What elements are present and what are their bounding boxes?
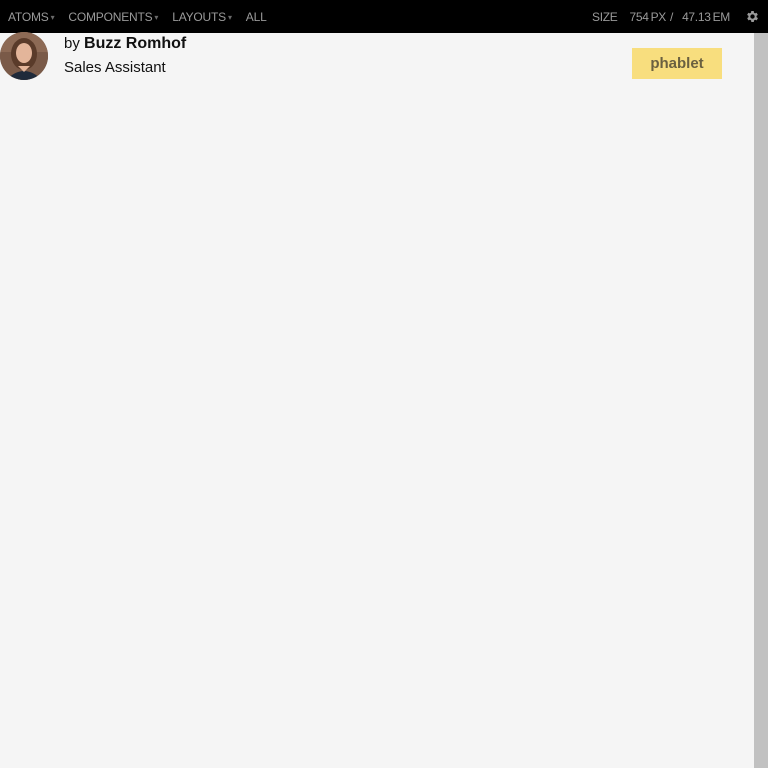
author-name: Buzz Romhof bbox=[84, 35, 187, 52]
avatar bbox=[0, 32, 48, 80]
size-px-input[interactable]: 754 bbox=[629, 10, 648, 24]
byline-prefix: by bbox=[64, 35, 80, 52]
author-block: by Buzz Romhof Sales Assistant bbox=[0, 32, 186, 80]
nav-item-all[interactable]: ALL bbox=[246, 10, 267, 24]
nav-item-label: COMPONENTS bbox=[68, 9, 153, 24]
nav-item-atoms[interactable]: ATOMS ▾ bbox=[8, 9, 55, 24]
size-px-group: 754 PX / 47.13 EM bbox=[629, 10, 730, 24]
nav-menu: ATOMS ▾ COMPONENTS ▾ LAYOUTS ▾ ALL bbox=[0, 0, 267, 33]
size-em-unit: EM bbox=[712, 9, 731, 24]
nav-item-label: ALL bbox=[245, 9, 267, 24]
size-px-unit: PX bbox=[650, 9, 667, 24]
nav-item-components[interactable]: COMPONENTS ▾ bbox=[68, 10, 158, 24]
chevron-down-icon: ▾ bbox=[50, 13, 55, 22]
chevron-down-icon: ▾ bbox=[154, 13, 159, 22]
nav-item-label: ATOMS bbox=[8, 9, 49, 24]
chevron-down-icon: ▾ bbox=[227, 13, 232, 22]
size-separator: / bbox=[670, 9, 674, 24]
viewport-badge: phablet bbox=[632, 48, 722, 79]
nav-item-layouts[interactable]: LAYOUTS ▾ bbox=[172, 10, 232, 24]
author-details: by Buzz Romhof Sales Assistant bbox=[64, 35, 186, 77]
author-job-title: Sales Assistant bbox=[64, 59, 166, 76]
byline: by Buzz Romhof bbox=[64, 35, 186, 53]
gear-icon[interactable] bbox=[745, 9, 760, 24]
nav-item-label: LAYOUTS bbox=[172, 9, 226, 24]
viewport-size-readout: SIZE 754 PX / 47.13 EM bbox=[592, 0, 730, 33]
size-em-input[interactable]: 47.13 bbox=[682, 10, 711, 24]
pattern-lab-toolbar: ATOMS ▾ COMPONENTS ▾ LAYOUTS ▾ ALL SIZE … bbox=[0, 0, 768, 33]
size-label: SIZE bbox=[591, 9, 618, 24]
scrollbar[interactable] bbox=[754, 33, 768, 768]
